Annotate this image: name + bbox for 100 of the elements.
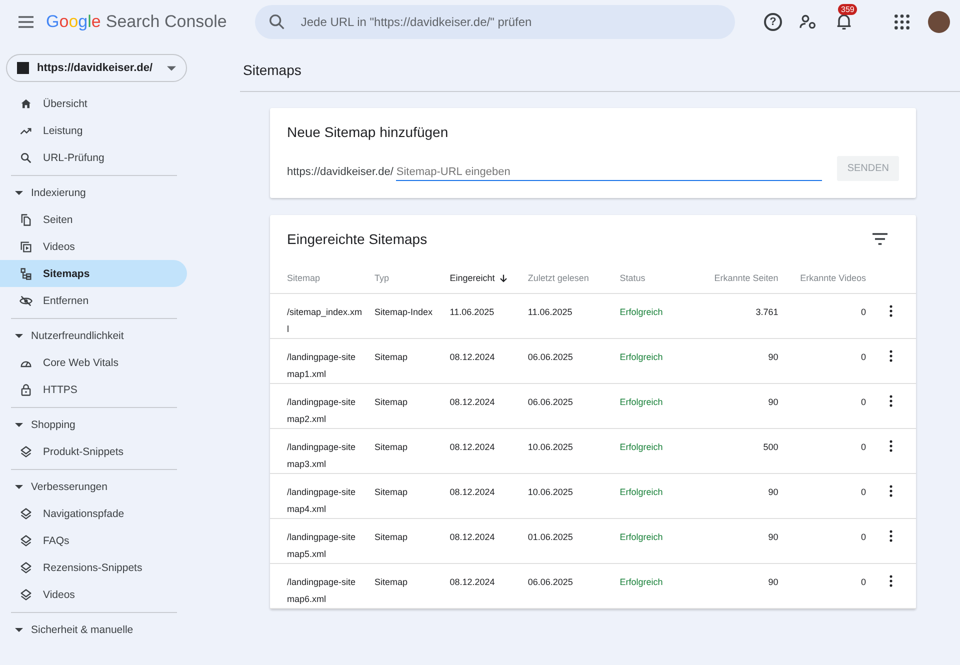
table-cell: 0	[860, 532, 866, 542]
layers-icon	[19, 560, 33, 574]
status-text: Erfolgreich	[620, 487, 663, 497]
nav-item[interactable]: Sitemaps	[0, 260, 187, 287]
property-selector[interactable]: https://davidkeiser.de/	[6, 54, 187, 82]
nav-item[interactable]: Seiten	[0, 206, 187, 233]
nav-item[interactable]: Produkt-Snippets	[0, 438, 187, 465]
pages-icon	[19, 212, 33, 226]
table-cell: Sitemap	[374, 352, 408, 362]
caret-icon[interactable]	[15, 628, 23, 632]
table-cell: 08.12.2024	[450, 577, 495, 587]
section-header[interactable]: Verbesserungen	[31, 481, 108, 493]
table-cell: Sitemap	[374, 442, 408, 452]
column-header[interactable]: Sitemap	[287, 273, 320, 283]
caret-icon[interactable]	[15, 485, 23, 489]
table-cell: 08.12.2024	[450, 442, 495, 452]
card-title: Neue Sitemap hinzufügen	[287, 124, 450, 140]
product-name: Search Console	[106, 12, 227, 32]
more-options-icon[interactable]	[888, 350, 893, 362]
sitemap-icon	[19, 266, 33, 280]
layers-icon	[19, 588, 33, 602]
more-options-icon[interactable]	[888, 530, 893, 542]
search-icon	[266, 12, 287, 32]
more-options-icon[interactable]	[888, 440, 893, 452]
caret-icon[interactable]	[15, 191, 23, 195]
nav-item[interactable]: Videos	[0, 581, 187, 608]
table-cell: 90	[768, 397, 778, 407]
nav-item[interactable]: URL-Prüfung	[0, 144, 187, 171]
sitemap-link[interactable]: /landingpage-sitemap2.xml	[287, 394, 363, 428]
table-cell: Sitemap	[374, 397, 408, 407]
caret-icon[interactable]	[15, 334, 23, 338]
nav-item[interactable]: FAQs	[0, 527, 187, 554]
table-cell: 06.06.2025	[528, 397, 573, 407]
status-text: Erfolgreich	[620, 442, 663, 452]
layers-icon	[19, 534, 33, 548]
avatar[interactable]	[928, 11, 950, 33]
table-cell: 06.06.2025	[528, 577, 573, 587]
column-header[interactable]: Status	[620, 273, 646, 283]
more-options-icon[interactable]	[888, 575, 893, 587]
apps-grid-icon[interactable]	[892, 12, 912, 32]
nav-item[interactable]: Rezensions-Snippets	[0, 554, 187, 581]
column-header[interactable]: Eingereicht	[450, 273, 508, 283]
nav-item[interactable]: HTTPS	[0, 376, 187, 403]
card-title: Eingereichte Sitemaps	[287, 231, 428, 247]
nav-item[interactable]: Übersicht	[0, 90, 187, 117]
table-cell: Sitemap	[374, 577, 408, 587]
home-icon	[19, 96, 33, 110]
table-cell: 90	[768, 577, 778, 587]
table-cell: 08.12.2024	[450, 487, 495, 497]
table-cell: Sitemap-Index	[374, 307, 433, 317]
status-text: Erfolgreich	[620, 352, 663, 362]
logo-text: Google	[46, 12, 101, 32]
sitemap-link[interactable]: /landingpage-sitemap5.xml	[287, 529, 363, 563]
column-header[interactable]: Erkannte Videos	[800, 273, 866, 283]
table-cell: 0	[860, 307, 866, 317]
nav-item[interactable]: Navigationspfade	[0, 500, 187, 527]
nav-item[interactable]: Videos	[0, 233, 187, 260]
site-favicon-icon	[17, 62, 29, 74]
caret-icon	[167, 66, 176, 70]
sitemap-link[interactable]: /landingpage-sitemap6.xml	[287, 574, 363, 608]
search-icon	[19, 150, 33, 164]
search-input[interactable]: Jede URL in "https://davidkeiser.de/" prüfen	[298, 14, 723, 30]
search-bar[interactable]: Jede URL in "https://davidkeiser.de/" prüfen	[254, 5, 735, 39]
column-header[interactable]: Typ	[374, 273, 389, 283]
url-prefix: https://davidkeiser.de/	[287, 166, 394, 180]
more-options-icon[interactable]	[888, 395, 893, 407]
table-cell: 11.06.2025	[450, 307, 494, 317]
nav-item[interactable]: Leistung	[0, 117, 187, 144]
table-cell: 0	[860, 352, 866, 362]
more-options-icon[interactable]	[888, 305, 893, 317]
table-cell: 500	[763, 442, 778, 452]
sitemap-link[interactable]: /landingpage-sitemap1.xml	[287, 349, 363, 383]
table-cell: 10.06.2025	[528, 487, 573, 497]
table-cell: 08.12.2024	[450, 397, 495, 407]
sitemap-link[interactable]: /landingpage-sitemap4.xml	[287, 484, 363, 518]
sitemap-link[interactable]: /sitemap_index.xml	[287, 304, 363, 338]
sitemap-link[interactable]: /landingpage-sitemap3.xml	[287, 439, 363, 473]
section-header[interactable]: Nutzerfreundlichkeit	[31, 330, 124, 342]
sort-arrow-icon	[498, 274, 508, 282]
column-header[interactable]: Erkannte Seiten	[714, 273, 778, 283]
page-title: Sitemaps	[243, 62, 302, 78]
column-header[interactable]: Zuletzt gelesen	[528, 273, 589, 283]
section-header[interactable]: Sicherheit & manuelle	[31, 624, 134, 636]
section-header[interactable]: Shopping	[31, 419, 76, 431]
layers-icon	[19, 506, 33, 520]
sitemap-url-field[interactable]: Sitemap-URL eingeben	[396, 164, 822, 181]
table-cell: 08.12.2024	[450, 532, 495, 542]
help-button[interactable]: ?	[764, 13, 782, 31]
table-cell: 06.06.2025	[528, 352, 573, 362]
caret-icon[interactable]	[15, 423, 23, 427]
table-cell: 0	[860, 487, 866, 497]
section-header[interactable]: Indexierung	[31, 187, 86, 199]
table-cell: 90	[768, 352, 778, 362]
table-cell: 0	[860, 397, 866, 407]
nav-item[interactable]: Entfernen	[0, 287, 187, 314]
nav-item[interactable]: Core Web Vitals	[0, 349, 187, 376]
table-cell: 3.761	[756, 307, 778, 317]
more-options-icon[interactable]	[888, 485, 893, 497]
video-icon	[19, 240, 33, 254]
notification-count: 359	[838, 4, 858, 15]
